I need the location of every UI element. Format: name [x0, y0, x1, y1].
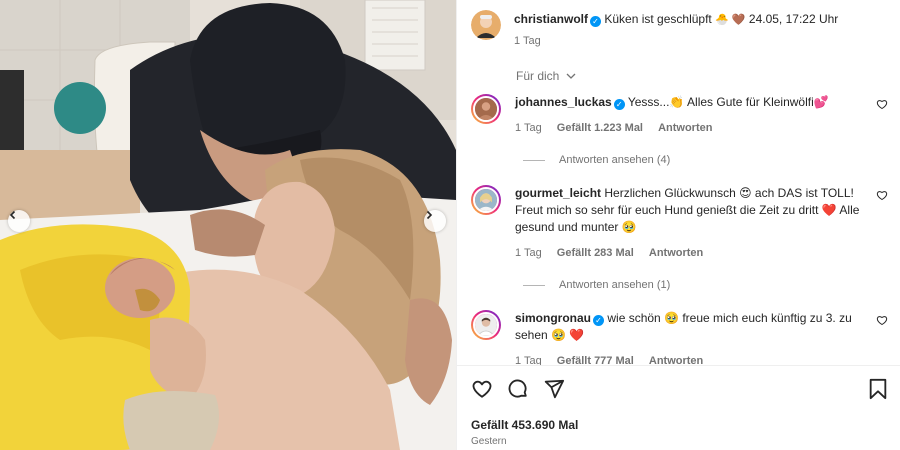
share-icon[interactable] — [543, 378, 565, 400]
verified-icon: ✓ — [613, 99, 625, 110]
caption-emojis: 🐣 🤎 — [715, 14, 746, 26]
post-photo[interactable] — [0, 0, 456, 450]
previous-photo-button[interactable] — [8, 210, 30, 232]
comment-item: johannes_luckas ✓ Yesss...👏 Alles Gute fü… — [471, 94, 890, 137]
view-replies-button[interactable]: Antworten ansehen (4) — [523, 154, 670, 166]
reply-button[interactable]: Antworten — [658, 122, 712, 134]
comment-likes[interactable]: Gefällt 1.223 Mal — [557, 122, 643, 134]
replies-divider — [523, 159, 545, 161]
instagram-post-view: christianwolf ✓ Küken ist geschlüpft 🐣 🤎 … — [0, 0, 900, 450]
comment-icon[interactable] — [507, 378, 529, 400]
chevron-left-icon — [9, 210, 16, 220]
view-replies-label: Antworten ansehen (1) — [559, 279, 671, 291]
commenter-avatar[interactable] — [471, 310, 501, 340]
commenter-username[interactable]: johannes_luckas — [515, 95, 612, 109]
caption-date: 24.05, 17:22 Uhr — [748, 12, 839, 26]
commenter-avatar-image — [473, 96, 499, 122]
comment-sort-label: Für dich — [516, 69, 560, 83]
chevron-right-icon — [426, 210, 433, 220]
post-actions-bar: Gefällt 453.690 Mal Gestern — [457, 365, 900, 450]
author-avatar[interactable] — [471, 10, 501, 40]
post-like-count[interactable]: Gefällt 453.690 Mal — [471, 418, 578, 432]
comment-age: 1 Tag — [515, 122, 542, 134]
comment-item: gourmet_leicht Herzlichen Glückwunsch 😍 … — [471, 185, 890, 262]
bookmark-icon[interactable] — [868, 378, 888, 400]
author-username[interactable]: christianwolf — [514, 12, 588, 26]
caption-age: 1 Tag — [514, 35, 541, 47]
comment-like-heart-icon[interactable] — [876, 189, 888, 201]
verified-icon: ✓ — [590, 16, 602, 27]
comment-like-heart-icon[interactable] — [876, 314, 888, 326]
reply-button[interactable]: Antworten — [649, 247, 703, 259]
caption-text: Küken ist geschlüpft — [604, 12, 712, 26]
comment-like-heart-icon[interactable] — [876, 98, 888, 110]
comment-sort-dropdown[interactable]: Für dich — [516, 69, 576, 83]
post-date: Gestern — [471, 436, 507, 447]
comments-panel: christianwolf ✓ Küken ist geschlüpft 🐣 🤎 … — [456, 0, 900, 450]
commenter-avatar-image — [473, 312, 499, 338]
verified-icon: ✓ — [593, 315, 605, 326]
comment-age: 1 Tag — [515, 247, 542, 259]
author-avatar-image — [471, 10, 501, 40]
comment-likes[interactable]: Gefällt 283 Mal — [557, 247, 634, 259]
post-caption: christianwolf ✓ Küken ist geschlüpft 🐣 🤎 … — [471, 10, 890, 50]
commenter-username[interactable]: gourmet_leicht — [515, 186, 601, 200]
commenter-avatar[interactable] — [471, 94, 501, 124]
commenter-avatar-image — [473, 187, 499, 213]
next-photo-button[interactable] — [424, 210, 446, 232]
heart-icon[interactable] — [471, 378, 493, 400]
comment-item: simongronau ✓ wie schön 🥹 freue mich euch… — [471, 310, 890, 370]
chevron-down-icon — [566, 73, 576, 79]
comment-text: Yesss...👏 Alles Gute für Kleinwölfi💕 — [627, 95, 829, 109]
view-replies-label: Antworten ansehen (4) — [559, 154, 671, 166]
replies-divider — [523, 284, 545, 286]
commenter-username[interactable]: simongronau — [515, 311, 591, 325]
photo-illustration — [0, 0, 456, 450]
view-replies-button[interactable]: Antworten ansehen (1) — [523, 279, 670, 291]
commenter-avatar[interactable] — [471, 185, 501, 215]
